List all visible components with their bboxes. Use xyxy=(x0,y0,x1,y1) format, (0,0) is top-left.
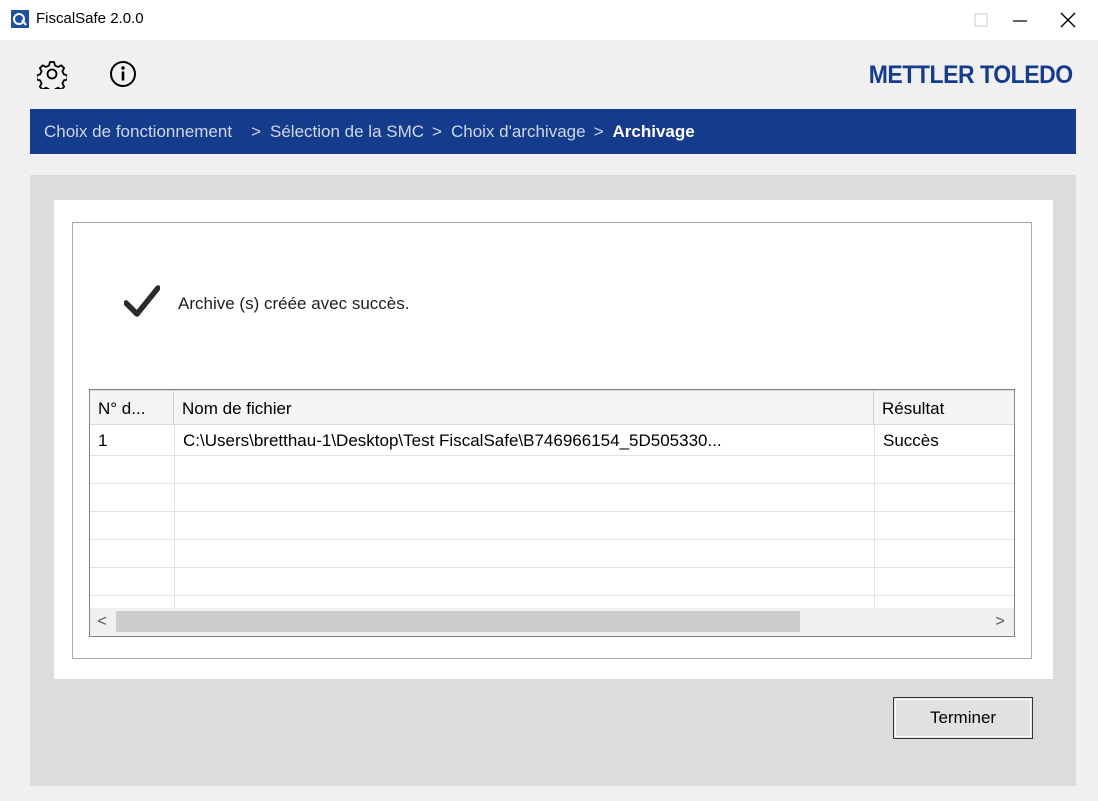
row-divider xyxy=(90,483,1014,484)
horizontal-scrollbar[interactable]: < > xyxy=(90,608,1014,636)
cell-number: 1 xyxy=(98,431,108,450)
breadcrumb-step-smc-selection: Sélection de la SMC xyxy=(270,122,425,141)
brand-logo: METTLER TOLEDO xyxy=(869,61,1073,89)
column-divider xyxy=(174,425,175,608)
maximize-button[interactable] xyxy=(958,0,1004,40)
row-divider xyxy=(90,455,1014,456)
breadcrumb-separator: > xyxy=(251,122,261,141)
breadcrumb-separator: > xyxy=(432,122,442,141)
minimize-icon xyxy=(1013,20,1027,22)
close-icon xyxy=(1060,12,1076,28)
table-header: N° d... Nom de fichier Résultat xyxy=(90,390,1014,425)
breadcrumb: Choix de fonctionnement > Sélection de la … xyxy=(30,109,1076,154)
column-header-number[interactable]: N° d... xyxy=(90,391,174,424)
finish-button[interactable]: Terminer xyxy=(893,697,1033,739)
row-divider xyxy=(90,595,1014,596)
scroll-left-button[interactable]: < xyxy=(90,608,114,636)
app-shield-icon xyxy=(11,10,29,28)
breadcrumb-separator: > xyxy=(593,122,604,141)
breadcrumb-step-operation-mode: Choix de fonctionnement xyxy=(44,122,233,141)
row-divider xyxy=(90,567,1014,568)
row-divider xyxy=(90,539,1014,540)
breadcrumb-step-archiving: Archivage xyxy=(612,122,695,141)
checkmark-icon xyxy=(124,285,160,317)
close-button[interactable] xyxy=(1045,0,1091,40)
column-divider xyxy=(874,425,875,608)
settings-button[interactable] xyxy=(36,57,68,91)
cell-filename: C:\Users\bretthau-1\Desktop\Test FiscalS… xyxy=(183,431,722,450)
maximize-icon xyxy=(974,13,988,27)
info-button[interactable] xyxy=(107,57,139,91)
title-bar: FiscalSafe 2.0.0 xyxy=(0,0,1098,40)
results-table[interactable]: N° d... Nom de fichier Résultat 1 C:\Use… xyxy=(89,389,1015,637)
breadcrumb-step-archive-choice: Choix d'archivage xyxy=(450,122,586,141)
gear-icon xyxy=(37,61,67,89)
scroll-right-button[interactable]: > xyxy=(988,608,1012,636)
column-header-filename[interactable]: Nom de fichier xyxy=(174,391,874,424)
window-title: FiscalSafe 2.0.0 xyxy=(36,10,144,27)
scrollbar-thumb[interactable] xyxy=(116,611,800,632)
row-divider xyxy=(90,511,1014,512)
column-header-result[interactable]: Résultat xyxy=(874,391,1014,424)
info-icon xyxy=(110,61,136,87)
cell-result: Succès xyxy=(883,431,939,450)
status-message: Archive (s) créée avec succès. xyxy=(178,294,410,313)
